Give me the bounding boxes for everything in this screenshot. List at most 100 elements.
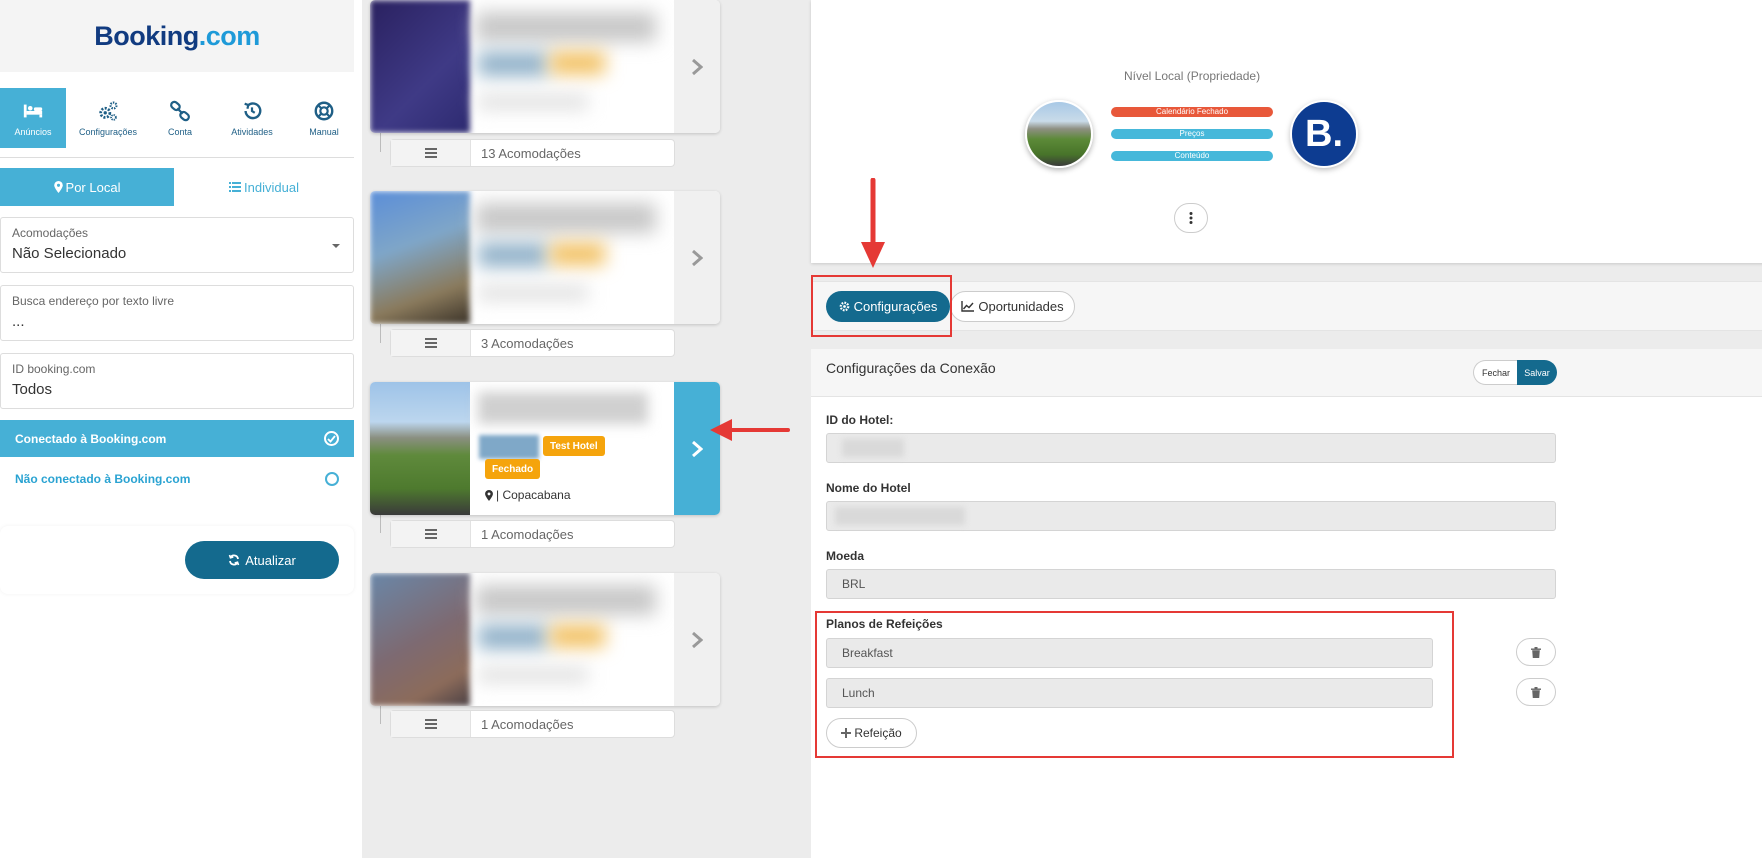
accommodation-count: 1 Acomodações xyxy=(481,526,574,542)
menu-button[interactable] xyxy=(391,330,471,356)
listing-photo xyxy=(370,0,470,133)
not-connected-option[interactable]: Não conectado à Booking.com xyxy=(0,460,354,497)
view-toggle: Por Local Individual xyxy=(0,168,354,206)
field-value: ... xyxy=(12,313,25,330)
listing-photo xyxy=(370,191,470,324)
caret-down-icon xyxy=(332,244,340,248)
radio-icon xyxy=(325,471,339,486)
map-marker-icon xyxy=(485,489,493,501)
booking-logo: Booking.com xyxy=(94,20,260,51)
booking-id-input[interactable]: ID booking.com Todos xyxy=(0,353,354,409)
nav-label: Atividades xyxy=(231,126,273,137)
blurred-logo xyxy=(479,435,539,459)
currency-field[interactable]: BRL xyxy=(826,569,1556,599)
accommodation-count: 3 Acomodações xyxy=(481,335,574,351)
map-marker-icon xyxy=(53,181,63,193)
delete-meal-button[interactable] xyxy=(1516,678,1556,706)
listing-card[interactable] xyxy=(370,191,720,324)
open-listing-button[interactable] xyxy=(674,573,720,706)
lifebuoy-icon xyxy=(314,101,334,120)
by-location-button[interactable]: Por Local xyxy=(0,168,174,206)
nav-label: Configurações xyxy=(78,126,138,137)
nav-anuncios[interactable]: Anúncios xyxy=(0,88,66,148)
tree-line xyxy=(380,321,381,343)
logo-area: Booking.com xyxy=(0,0,354,72)
by-location-label: Por Local xyxy=(65,179,121,195)
update-label: Atualizar xyxy=(245,552,296,568)
listing-subbar: 3 Acomodações xyxy=(390,329,675,357)
field-label: ID booking.com xyxy=(12,362,96,376)
nav-conta[interactable]: Conta xyxy=(144,88,216,148)
nav-configuracoes[interactable]: Configurações xyxy=(72,88,144,148)
accommodation-count: 13 Acomodações xyxy=(481,145,581,161)
connected-option[interactable]: Conectado à Booking.com xyxy=(0,420,354,457)
menu-button[interactable] xyxy=(391,711,471,737)
hamburger-icon xyxy=(424,529,437,539)
property-level-title: Nível Local (Propriedade) xyxy=(1124,69,1261,83)
hotel-name-label: Nome do Hotel xyxy=(826,481,911,495)
divider xyxy=(0,157,354,158)
listing-card-selected[interactable]: Test Hotel Fechado | Copacabana xyxy=(370,382,720,515)
tab-opportunities[interactable]: Oportunidades xyxy=(950,291,1075,322)
accommodations-select[interactable]: Acomodações Não Selecionado xyxy=(0,217,354,273)
option-label: Não conectado à Booking.com xyxy=(15,471,191,486)
tab-label: Oportunidades xyxy=(978,299,1064,314)
status-label: Conteúdo xyxy=(1174,151,1210,160)
chevron-right-icon xyxy=(692,631,703,648)
close-button[interactable]: Fechar xyxy=(1473,360,1518,385)
location-label: | Copacabana xyxy=(496,488,571,502)
listing-subbar: 1 Acomodações xyxy=(390,520,675,548)
more-options-button[interactable] xyxy=(1174,203,1208,233)
main-nav: Anúncios Configurações Conta Atividades … xyxy=(0,88,360,148)
field-value: Não Selecionado xyxy=(12,245,127,262)
delete-meal-button[interactable] xyxy=(1516,638,1556,666)
address-search-input[interactable]: Busca endereço por texto livre ... xyxy=(0,285,354,341)
listing-subbar: 1 Acomodações xyxy=(390,710,675,738)
kebab-icon xyxy=(1189,212,1193,224)
open-listing-button[interactable] xyxy=(674,191,720,324)
chevron-right-icon xyxy=(692,58,703,75)
listing-subbar: 13 Acomodações xyxy=(390,139,675,167)
hotel-name-field[interactable] xyxy=(826,501,1556,531)
listing-card[interactable] xyxy=(370,573,720,706)
blurred-value xyxy=(835,507,965,525)
nav-atividades[interactable]: Atividades xyxy=(216,88,288,148)
property-avatar xyxy=(1025,100,1093,168)
blurred-value xyxy=(842,439,904,457)
tree-line xyxy=(380,130,381,152)
list-icon xyxy=(229,182,242,192)
update-button[interactable]: Atualizar xyxy=(185,541,339,579)
status-label: Calendário Fechado xyxy=(1155,107,1229,116)
field-value: Todos xyxy=(12,381,53,398)
hamburger-icon xyxy=(424,719,437,729)
listing-card[interactable] xyxy=(370,0,720,133)
open-listing-button[interactable] xyxy=(674,0,720,133)
check-circle-icon xyxy=(324,431,339,446)
trash-icon xyxy=(1531,686,1541,698)
listing-info-blurred xyxy=(470,573,674,706)
individual-button[interactable]: Individual xyxy=(174,168,354,206)
individual-label: Individual xyxy=(244,179,299,195)
nav-label: Anúncios xyxy=(14,126,52,137)
nav-manual[interactable]: Manual xyxy=(288,88,360,148)
field-label: Acomodações xyxy=(12,226,89,240)
listing-photo xyxy=(370,573,470,706)
open-listing-button[interactable] xyxy=(674,382,720,515)
annotation-arrow-down xyxy=(861,178,885,268)
save-button[interactable]: Salvar xyxy=(1517,360,1557,385)
status-pill-calendar-closed: Calendário Fechado xyxy=(1111,107,1273,117)
hotel-id-label: ID do Hotel: xyxy=(826,413,894,427)
status-pill-content: Conteúdo xyxy=(1111,151,1273,161)
annotation-highlight-settings xyxy=(811,275,952,337)
hotel-id-field[interactable] xyxy=(826,433,1556,463)
test-hotel-badge: Test Hotel xyxy=(543,436,605,456)
closed-badge: Fechado xyxy=(485,459,541,479)
bed-icon xyxy=(23,104,43,117)
menu-button[interactable] xyxy=(391,521,471,547)
chevron-right-icon xyxy=(692,440,703,457)
line-chart-icon xyxy=(961,301,975,312)
menu-button[interactable] xyxy=(391,140,471,166)
link-icon xyxy=(170,100,190,121)
connection-settings-card xyxy=(811,349,1762,858)
currency-label: Moeda xyxy=(826,549,865,563)
